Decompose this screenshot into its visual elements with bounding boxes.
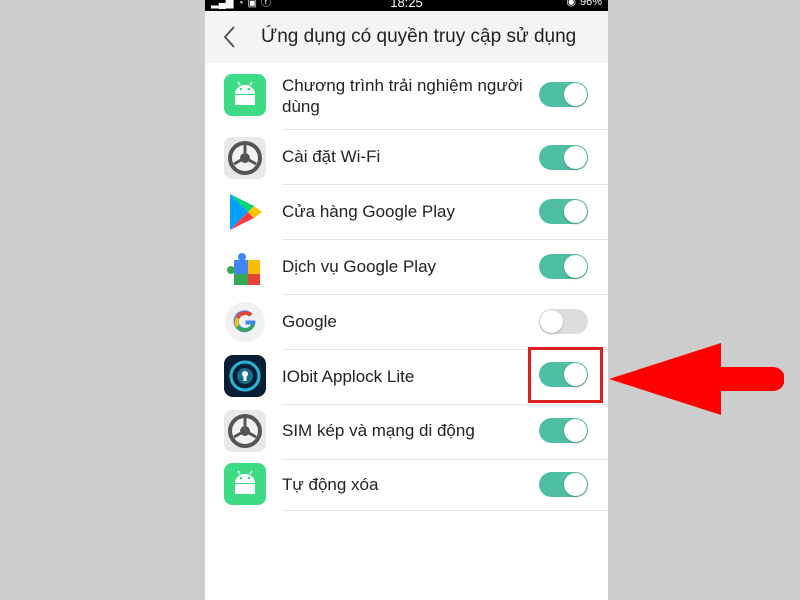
toggle-knob — [564, 83, 587, 106]
toggle-knob — [564, 419, 587, 442]
google-g-icon — [225, 302, 265, 342]
google-play-store-icon — [230, 194, 262, 230]
permission-toggle[interactable] — [539, 254, 588, 279]
divider — [282, 510, 608, 511]
app-label: IObit Applock Lite — [282, 367, 415, 386]
list-item: Chương trình trải nghiệm người dùng — [205, 63, 608, 130]
settings-gear-icon — [224, 410, 266, 452]
list-item: Cửa hàng Google Play — [205, 185, 608, 240]
phone-screen: ▂▄▆ ◔ ▣ ⓕ 18:25 ◉ 96% Ứng dụng có quyền … — [205, 0, 608, 600]
toggle-knob — [564, 200, 587, 223]
permission-toggle[interactable] — [539, 309, 588, 334]
google-play-services-icon — [227, 253, 260, 285]
highlight-box — [528, 347, 603, 403]
app-label: Chương trình trải nghiệm người dùng — [282, 76, 523, 116]
app-label: Cửa hàng Google Play — [282, 202, 455, 221]
app-label: Cài đặt Wi-Fi — [282, 147, 381, 166]
toggle-knob — [564, 146, 587, 169]
permission-toggle[interactable] — [539, 199, 588, 224]
android-icon — [224, 74, 266, 116]
permission-toggle[interactable] — [539, 82, 588, 107]
toggle-knob — [564, 473, 587, 496]
eye-icon: ◉ — [566, 0, 576, 8]
battery-text: 96% — [579, 0, 602, 8]
app-label: SIM kép và mạng di động — [282, 421, 475, 440]
list-item: Dịch vụ Google Play — [205, 240, 608, 295]
app-label: Google — [282, 312, 337, 331]
status-icons-right: ◉ 96% — [566, 0, 602, 10]
page-title: Ứng dụng có quyền truy cập sử dụng — [261, 26, 577, 47]
settings-gear-icon — [224, 137, 266, 179]
app-label: Dịch vụ Google Play — [282, 257, 437, 276]
android-icon — [224, 463, 266, 505]
list-item: SIM kép và mạng di động — [205, 405, 608, 460]
list-item: Google — [205, 295, 608, 350]
permission-toggle[interactable] — [539, 145, 588, 170]
chevron-left-icon[interactable] — [222, 25, 238, 49]
status-time: 18:25 — [390, 0, 423, 10]
red-arrow-pointer — [609, 343, 784, 415]
list-item: Tự động xóa — [205, 460, 608, 514]
list-item: Cài đặt Wi-Fi — [205, 130, 608, 185]
status-bar: ▂▄▆ ◔ ▣ ⓕ 18:25 ◉ 96% — [205, 0, 608, 11]
toggle-knob — [540, 310, 563, 333]
app-label: Tự động xóa — [282, 475, 379, 494]
permission-toggle[interactable] — [539, 418, 588, 443]
toggle-knob — [564, 255, 587, 278]
app-header: Ứng dụng có quyền truy cập sử dụng — [205, 11, 608, 63]
iobit-applock-icon — [224, 355, 266, 397]
permission-toggle[interactable] — [539, 472, 588, 497]
